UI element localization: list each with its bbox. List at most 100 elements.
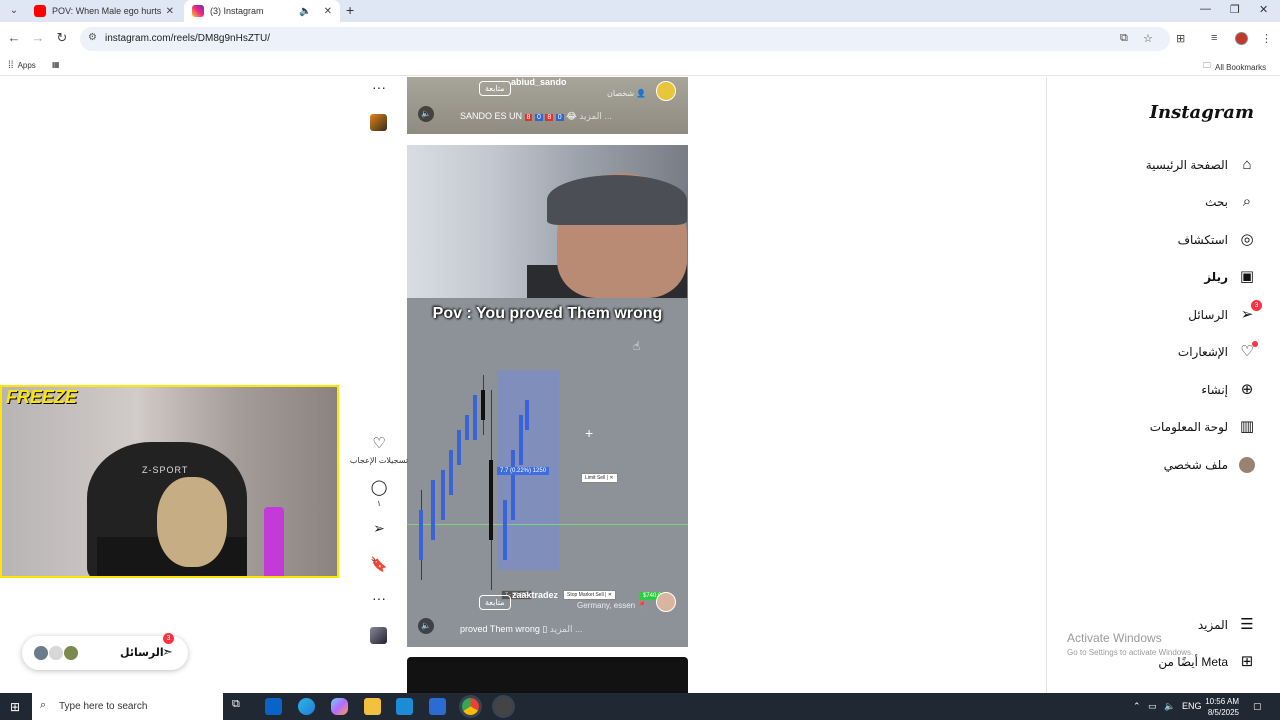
network-icon[interactable]: ▭ [1148, 701, 1157, 712]
likes-label: تسجيلات الإعجاب [349, 456, 409, 465]
instagram-icon [192, 5, 204, 17]
mouse-cursor-icon: ☝ [633, 339, 641, 353]
close-window-icon[interactable]: ✕ [1259, 3, 1268, 16]
defender-icon[interactable] [429, 698, 446, 715]
close-tab-icon[interactable]: ✕ [166, 6, 174, 17]
sidebar-item-home[interactable]: الصفحة الرئيسية ⌂ [1146, 153, 1256, 177]
reel-username[interactable]: abiud_sando [511, 77, 567, 87]
reel-current[interactable]: 7.7 (0.22%) 1250 Limit Sell | ✕ Stop Mar… [407, 145, 688, 647]
like-icon[interactable]: ♡ [368, 434, 390, 452]
dashboard-icon: ▥ [1239, 418, 1255, 435]
reload-icon[interactable]: ↻ [54, 30, 70, 46]
file-explorer-icon[interactable] [364, 698, 381, 715]
share-icon[interactable]: ➢ [368, 520, 390, 537]
sidebar-item-more[interactable]: المزيد ☰ [1198, 613, 1256, 637]
sidebar-item-explore[interactable]: استكشاف ◎ [1178, 228, 1256, 252]
menu-icon[interactable]: ⋮ [1261, 32, 1272, 45]
address-bar[interactable]: ⚙ instagram.com/reels/DM8g9nHsZTU/ [80, 27, 1170, 51]
reel-username[interactable]: zaaktradez [512, 590, 558, 600]
more-options-icon[interactable]: ··· [368, 79, 390, 95]
reel-avatar[interactable] [656, 81, 676, 101]
sidebar-item-notifications[interactable]: الإشعارات ♡ [1178, 340, 1258, 364]
contact-avatar [63, 645, 79, 661]
reel-avatar[interactable] [656, 592, 676, 612]
taskbar-search-box[interactable]: ⌕ Type here to search [32, 693, 223, 720]
sidebar-item-reels[interactable]: ريلز ▣ [1204, 265, 1256, 289]
hamburger-menu-icon: ☰ [1240, 616, 1254, 633]
bookmark-star-icon[interactable]: ☆ [1143, 32, 1153, 45]
reel-previous[interactable]: متابعة abiud_sando شخصان 👤 🔈 SANDO ES UN… [407, 77, 688, 134]
more-options-icon[interactable]: ··· [368, 590, 390, 606]
location-pin-icon: 📍 [637, 601, 648, 610]
reel-caption: SANDO ES UN 8 0 8 0 😂 المزيد ... [460, 111, 612, 121]
follow-button[interactable]: متابعة [479, 81, 511, 96]
minimize-icon[interactable]: — [1200, 3, 1211, 15]
tab-groups-icon[interactable]: ▦ [52, 60, 60, 69]
copilot-icon[interactable] [331, 698, 348, 715]
tab-bar: ⌄ POV: When Male ego hurts #m ✕ (3) Inst… [0, 0, 1280, 22]
sidebar-item-dashboard[interactable]: لوحة المعلومات ▥ [1150, 415, 1256, 439]
system-clock[interactable]: 10:56 AM 8/5/2025 [1197, 696, 1239, 718]
restore-icon[interactable]: ❐ [1230, 3, 1240, 16]
reel-overlay-text: Pov : You proved Them wrong [432, 305, 663, 322]
windows-taskbar: ⊞ ⌕ Type here to search ⧉ ⌃ ▭ 🔈 ENG 10:5… [0, 693, 1280, 720]
edge-icon[interactable] [298, 698, 315, 715]
tray-chevron-icon[interactable]: ⌃ [1133, 701, 1141, 712]
sidebar-item-meta[interactable]: أيضًا من Meta ⊞ [1158, 650, 1256, 674]
apps-bookmark[interactable]: ⁞⁞ Apps [8, 60, 36, 71]
close-tab-icon[interactable]: ✕ [324, 6, 332, 17]
extensions-icon[interactable]: ⊞ [1176, 32, 1185, 45]
obs-icon[interactable] [495, 698, 512, 715]
meta-apps-icon: ⊞ [1240, 653, 1254, 670]
windows-start-icon[interactable]: ⊞ [10, 700, 20, 714]
more-link[interactable]: المزيد ... [550, 624, 583, 634]
new-tab-button[interactable]: + [346, 2, 354, 18]
chrome-icon[interactable] [462, 698, 479, 715]
reel-next[interactable] [407, 657, 688, 693]
tab-title: (3) Instagram [210, 6, 264, 16]
price-tag: 7.7 (0.22%) 1250 [497, 467, 550, 475]
chair-logo-text: Z-SPORT [142, 465, 189, 475]
audio-thumbnail[interactable] [370, 114, 387, 131]
speaker-icon[interactable]: 🔈 [299, 6, 311, 17]
notifications-icon[interactable]: ▢ [1253, 701, 1262, 712]
tab-title: POV: When Male ego hurts #m [52, 6, 162, 16]
tagged-people[interactable]: شخصان 👤 [607, 89, 646, 98]
sidebar-item-search[interactable]: بحث ⌕ [1205, 190, 1256, 214]
tab-instagram[interactable]: (3) Instagram 🔈 ✕ [184, 0, 340, 22]
messages-floating-button[interactable]: الرسائل ➣ 3 [22, 633, 188, 670]
site-info-icon[interactable]: ⚙ [88, 32, 97, 43]
follow-button[interactable]: متابعة [479, 595, 511, 610]
contact-avatar [33, 645, 49, 661]
search-icon: ⌕ [1242, 193, 1252, 210]
mute-icon[interactable]: 🔈 [418, 106, 434, 122]
instagram-logo[interactable]: Instagram [1150, 102, 1254, 123]
back-icon[interactable]: ← [6, 30, 22, 45]
reel-caption: proved Them wrong ▯ المزيد ... [460, 624, 583, 634]
microphone-icon [264, 507, 284, 576]
reel-location[interactable]: Germany, essen 📍 [577, 601, 647, 610]
comment-icon[interactable]: ◯ [368, 478, 390, 496]
sidebar-item-profile[interactable]: ملف شخصي [1164, 453, 1256, 477]
outlook-icon[interactable] [265, 698, 282, 715]
volume-icon[interactable]: 🔈 [1164, 701, 1175, 712]
install-app-icon[interactable]: ⧉ [1120, 32, 1128, 45]
tab-youtube[interactable]: POV: When Male ego hurts #m ✕ [26, 0, 182, 22]
all-bookmarks[interactable]: 🗀 All Bookmarks [1203, 60, 1266, 74]
sidebar-item-messages[interactable]: الرسائل ➢ 3 [1188, 300, 1262, 327]
media-icon[interactable]: ≡ [1211, 32, 1217, 44]
sidebar-item-create[interactable]: إنشاء ⊕ [1201, 378, 1256, 402]
mute-icon[interactable]: 🔈 [418, 618, 434, 634]
forward-icon[interactable]: → [30, 30, 46, 45]
more-link[interactable]: المزيد ... [579, 111, 612, 121]
tab-search-icon[interactable]: ⌄ [6, 3, 22, 19]
profile-avatar[interactable] [1235, 32, 1248, 45]
task-view-icon[interactable]: ⧉ [232, 698, 249, 715]
webcam-overlay: Z-SPORT FREEZE [0, 385, 339, 578]
messages-badge: 3 [1251, 300, 1262, 311]
plus-icon: ⊕ [1240, 381, 1254, 398]
audio-thumbnail[interactable] [370, 627, 387, 644]
store-icon[interactable] [396, 698, 413, 715]
person-icon: 👤 [636, 89, 647, 98]
save-icon[interactable]: 🔖 [368, 556, 390, 573]
